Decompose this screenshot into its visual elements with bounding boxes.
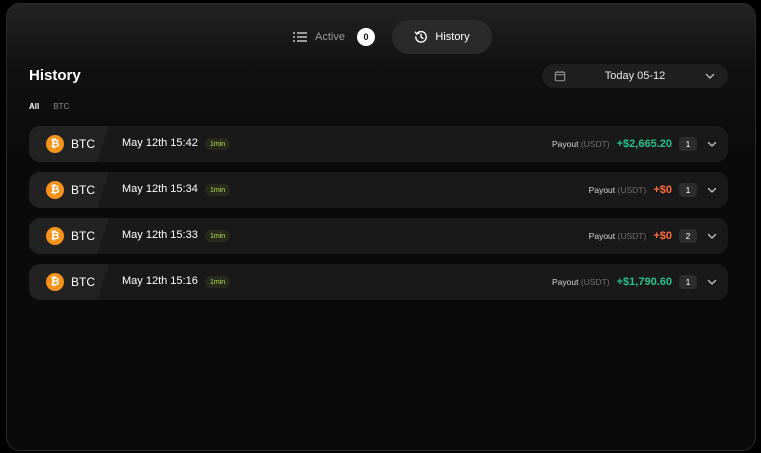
filter-all[interactable]: All	[29, 102, 39, 111]
duration-badge: 1min	[205, 230, 231, 242]
payout-amount: +$2,665.20	[616, 138, 672, 150]
payout-text: Payout	[588, 231, 616, 241]
bitcoin-icon: ₿	[46, 273, 64, 291]
payout-unit: (USDT)	[617, 185, 647, 195]
coin-name: BTC	[71, 137, 95, 151]
history-list: ₿ BTC May 12th 15:42 1min Payout (USDT) …	[29, 126, 728, 310]
payout-label: Payout (USDT)	[552, 139, 610, 149]
coin-filter-tabs: All BTC	[29, 102, 69, 111]
payout-label: Payout (USDT)	[589, 231, 647, 241]
calendar-icon	[554, 70, 566, 82]
history-clock-icon	[414, 30, 428, 43]
payout-unit: (USDT)	[580, 277, 610, 287]
order-count-badge: 1	[679, 183, 697, 197]
list-icon	[293, 32, 307, 42]
coin-name: BTC	[71, 275, 95, 289]
history-row[interactable]: ₿ BTC May 12th 15:34 1min Payout (USDT) …	[29, 172, 728, 208]
payout-unit: (USDT)	[580, 139, 610, 149]
coin-segment	[29, 218, 109, 254]
expand-chevron-down-icon[interactable]	[704, 228, 720, 244]
order-count-badge: 1	[679, 275, 697, 289]
page-title: History	[29, 67, 81, 84]
trade-time: May 12th 15:33	[122, 229, 198, 241]
expand-chevron-down-icon[interactable]	[704, 274, 720, 290]
trade-time: May 12th 15:42	[122, 137, 198, 149]
active-count-badge: 0	[356, 28, 375, 46]
order-count-badge: 1	[679, 137, 697, 151]
view-toggle: Active 0 History	[7, 20, 755, 54]
history-row[interactable]: ₿ BTC May 12th 15:16 1min Payout (USDT) …	[29, 264, 728, 300]
payout-text: Payout	[551, 139, 579, 149]
expand-chevron-down-icon[interactable]	[704, 136, 720, 152]
coin-name: BTC	[71, 229, 95, 243]
tab-history[interactable]: History	[392, 20, 492, 54]
tab-active-label: Active	[315, 31, 345, 43]
expand-chevron-down-icon[interactable]	[704, 182, 720, 198]
duration-badge: 1min	[205, 138, 231, 150]
payout-amount: +$0	[653, 184, 672, 196]
payout-label: Payout (USDT)	[589, 185, 647, 195]
tab-history-label: History	[435, 31, 470, 43]
payout-group: Payout (USDT) +$0 1	[589, 172, 720, 208]
order-count-badge: 2	[679, 229, 697, 243]
coin-name: BTC	[71, 183, 95, 197]
coin-segment	[29, 172, 109, 208]
payout-text: Payout	[588, 185, 616, 195]
duration-badge: 1min	[205, 276, 231, 288]
chevron-down-icon	[705, 73, 715, 79]
date-filter-label: Today 05-12	[604, 70, 666, 82]
history-row[interactable]: ₿ BTC May 12th 15:42 1min Payout (USDT) …	[29, 126, 728, 162]
tab-active[interactable]: Active 0	[285, 20, 385, 54]
bitcoin-icon: ₿	[46, 181, 64, 199]
duration-badge: 1min	[205, 184, 231, 196]
payout-label: Payout (USDT)	[552, 277, 610, 287]
bitcoin-icon: ₿	[46, 135, 64, 153]
trade-time: May 12th 15:16	[122, 275, 198, 287]
payout-amount: +$0	[653, 230, 672, 242]
date-filter-dropdown[interactable]: Today 05-12	[542, 64, 728, 88]
trade-time: May 12th 15:34	[122, 183, 198, 195]
coin-segment	[29, 264, 109, 300]
payout-amount: +$1,790.60	[616, 276, 672, 288]
payout-group: Payout (USDT) +$2,665.20 1	[552, 126, 720, 162]
payout-unit: (USDT)	[617, 231, 647, 241]
payout-group: Payout (USDT) +$0 2	[589, 218, 720, 254]
history-panel: Active 0 History History Today 05-12 All…	[6, 3, 756, 451]
bitcoin-icon: ₿	[46, 227, 64, 245]
filter-btc[interactable]: BTC	[53, 102, 69, 111]
payout-text: Payout	[551, 277, 579, 287]
history-row[interactable]: ₿ BTC May 12th 15:33 1min Payout (USDT) …	[29, 218, 728, 254]
payout-group: Payout (USDT) +$1,790.60 1	[552, 264, 720, 300]
coin-segment	[29, 126, 109, 162]
